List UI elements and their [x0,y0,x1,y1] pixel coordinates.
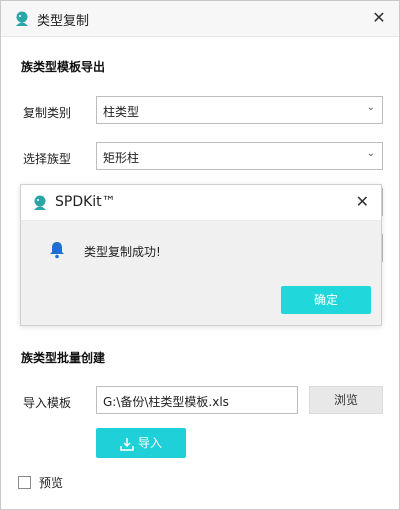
family-type-value: 矩形柱 [103,151,140,165]
copy-category-value: 柱类型 [103,105,140,119]
import-button[interactable]: 导入 [96,428,186,458]
dialog-title: SPDKit™ [55,194,116,210]
family-type-select[interactable]: 矩形柱 ⌄ [96,142,383,170]
browse-button[interactable]: 浏览 [309,386,383,414]
ok-button[interactable]: 确定 [281,286,371,314]
bell-icon [50,242,64,259]
copy-category-select[interactable]: 柱类型 ⌄ [96,96,383,124]
close-icon[interactable]: ✕ [356,192,369,212]
preview-label: 预览 [39,476,64,490]
dialog-title-bar: SPDKit™ ✕ [21,185,381,221]
family-type-label: 选择族型 [23,152,72,166]
dialog-message: 类型复制成功! [84,245,161,259]
chevron-down-icon: ⌄ [366,102,375,113]
app-logo-icon [34,195,46,210]
import-button-label: 导入 [137,436,162,450]
app-logo-icon [16,11,28,26]
download-icon [120,437,134,451]
preview-checkbox[interactable] [18,476,31,489]
window-title: 类型复制 [37,14,90,29]
close-icon[interactable]: ✕ [369,8,389,28]
import-template-value: G:\备份\柱类型模板.xls [103,395,229,409]
success-dialog: SPDKit™ ✕ 类型复制成功! 确定 [20,184,382,326]
title-bar: 类型复制 ✕ [1,1,399,37]
export-section-heading: 族类型模板导出 [21,60,106,74]
dialog-body: 类型复制成功! 确定 [21,221,381,325]
import-template-field[interactable]: G:\备份\柱类型模板.xls [96,386,298,414]
chevron-down-icon: ⌄ [366,148,375,159]
copy-category-label: 复制类别 [23,106,72,120]
import-template-label: 导入模板 [23,396,72,410]
batch-section-heading: 族类型批量创建 [21,351,106,365]
